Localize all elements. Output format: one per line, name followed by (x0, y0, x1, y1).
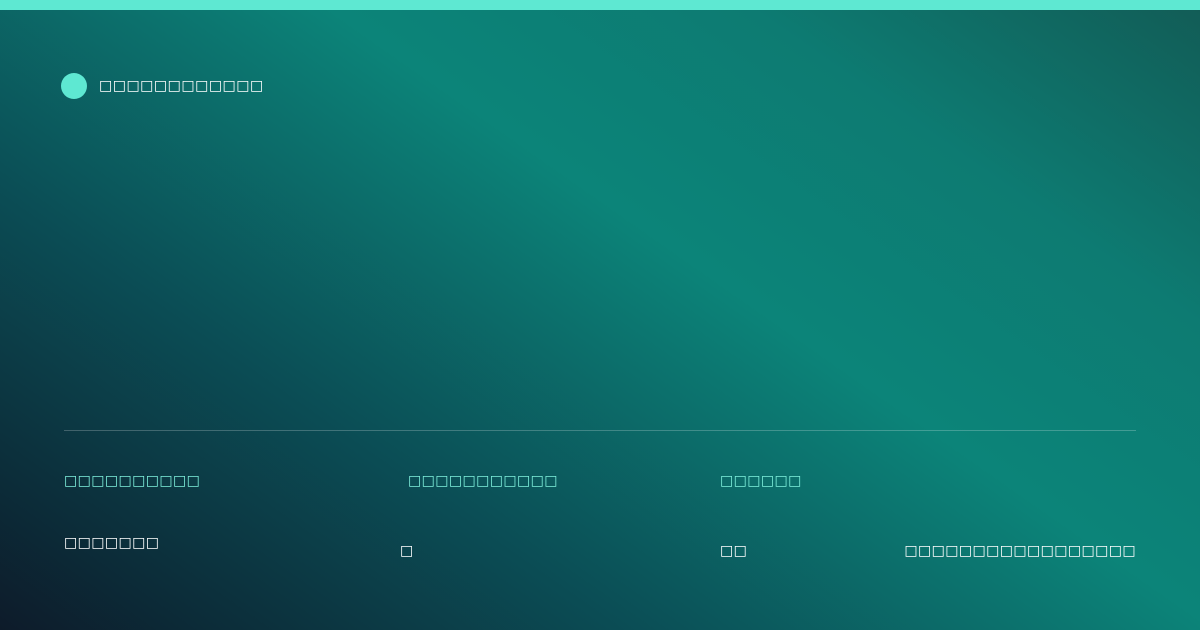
meta-value-2: □ (400, 543, 414, 559)
top-accent-bar (0, 0, 1200, 10)
meta-label-3: □□□□□□ (720, 473, 802, 489)
meta-value-4: □□□□□□□□□□□□□□□□□ (904, 543, 1136, 559)
brand-name: □□□□□□□□□□□□ (99, 78, 264, 94)
circle-logo-icon (61, 73, 87, 99)
brand[interactable]: □□□□□□□□□□□□ (61, 73, 264, 99)
meta-label-1: □□□□□□□□□□ (64, 473, 201, 489)
meta-value-3: □□ (720, 543, 748, 559)
meta-label-2: □□□□□□□□□□□ (408, 473, 558, 489)
divider (64, 430, 1136, 431)
meta-value-1: □□□□□□□ (64, 535, 160, 551)
